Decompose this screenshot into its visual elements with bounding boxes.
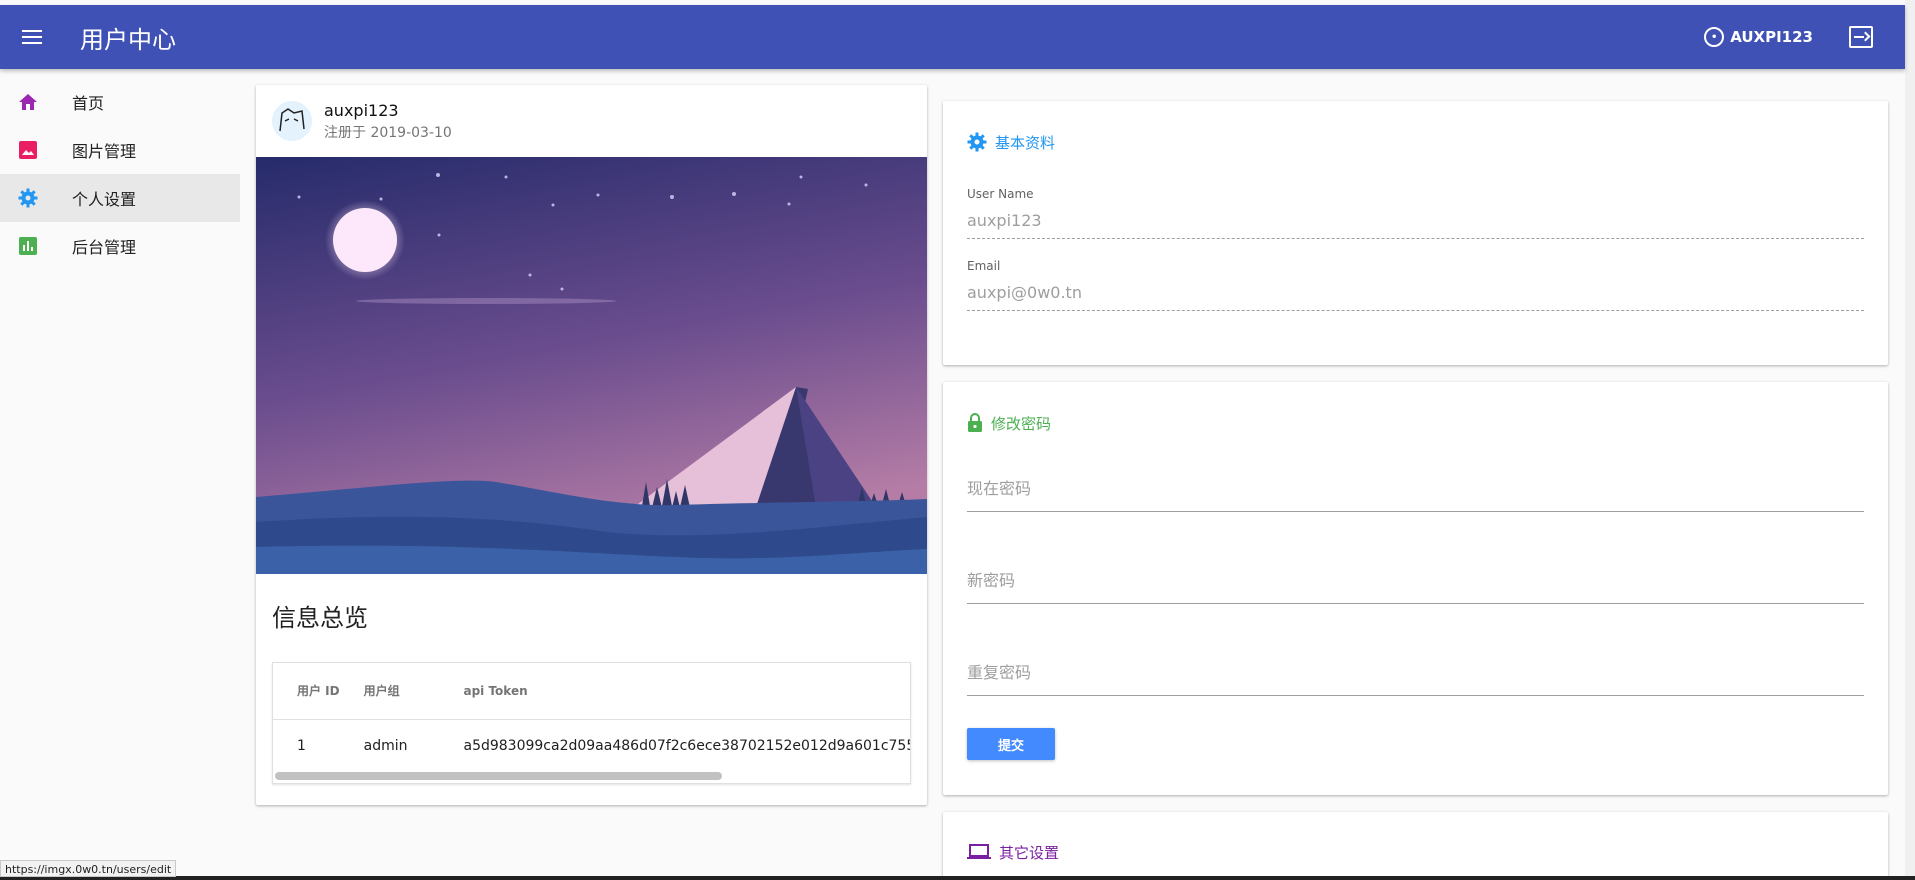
overview-title: 信息总览 (272, 604, 368, 632)
user-info-table[interactable]: 用户 ID 用户组 api Token 1 admin a5d983099ca2… (272, 662, 911, 784)
email-label: Email (967, 259, 1001, 273)
profile-banner-image (256, 157, 927, 574)
username-value: auxpi123 (967, 203, 1864, 239)
avatar (272, 101, 312, 141)
cell-user-group: admin (339, 718, 408, 772)
column-header-api-token: api Token (463, 683, 528, 698)
home-icon (18, 92, 38, 112)
other-settings-header: 其它设置 (943, 812, 1888, 870)
page-scrollbar[interactable] (1905, 0, 1915, 876)
lock-icon (968, 413, 982, 432)
change-password-card: 修改密码 现在密码 新密码 重复密码 提交 (943, 382, 1888, 795)
basic-info-header: 基本资料 (943, 101, 1888, 159)
sidebar: 首页 图片管理 个人设置 后台管理 (0, 78, 240, 270)
sidebar-item-label: 个人设置 (72, 190, 137, 209)
table-row: 1 admin a5d983099ca2d09aa486d07f2c6ece38… (273, 718, 910, 772)
sidebar-item-admin[interactable]: 后台管理 (0, 222, 240, 270)
logout-icon[interactable] (1849, 26, 1873, 48)
sidebar-item-images[interactable]: 图片管理 (0, 126, 240, 174)
basic-info-card: 基本资料 User Name auxpi123 Email auxpi@0w0.… (943, 101, 1888, 365)
other-settings-title: 其它设置 (999, 843, 1060, 862)
profile-registered-date: 注册于 2019-03-10 (324, 124, 452, 141)
cell-user-id: 1 (273, 718, 340, 772)
current-password-field[interactable]: 现在密码 (967, 456, 1864, 512)
gear-icon (18, 188, 38, 208)
table-horizontal-scrollbar[interactable] (275, 772, 722, 780)
repeat-password-field[interactable]: 重复密码 (967, 640, 1864, 696)
sidebar-item-settings[interactable]: 个人设置 (0, 174, 240, 222)
cell-api-token: a5d983099ca2d09aa486d07f2c6ece38702152e0… (407, 718, 910, 772)
username-field: User Name auxpi123 (943, 187, 1888, 239)
profile-username: auxpi123 (324, 100, 399, 120)
sidebar-item-label: 首页 (72, 94, 105, 113)
user-menu[interactable]: • AUXPI123 (1704, 27, 1813, 47)
sidebar-item-label: 图片管理 (72, 142, 137, 161)
column-header-user-group: 用户组 (363, 684, 400, 699)
app-bar: 用户中心 • AUXPI123 (0, 5, 1905, 69)
change-password-title: 修改密码 (991, 414, 1052, 433)
bar-chart-icon (18, 236, 38, 256)
profile-card: auxpi123 注册于 2019-03-10 信息总览 用户 ID 用户组 a… (256, 85, 927, 805)
sidebar-item-home[interactable]: 首页 (0, 78, 240, 126)
image-icon (18, 140, 38, 160)
submit-button[interactable]: 提交 (967, 728, 1055, 760)
status-url: https://imgx.0w0.tn/users/edit (0, 860, 177, 877)
laptop-icon (967, 844, 991, 859)
app-title: 用户中心 (80, 25, 176, 54)
profile-header: auxpi123 注册于 2019-03-10 (256, 85, 927, 157)
gear-icon (967, 132, 987, 152)
email-field: Email auxpi@0w0.tn (943, 259, 1888, 311)
menu-button[interactable] (0, 5, 64, 69)
sidebar-item-label: 后台管理 (72, 238, 137, 257)
table-header-row: 用户 ID 用户组 api Token (273, 663, 910, 719)
new-password-field[interactable]: 新密码 (967, 548, 1864, 604)
user-label: AUXPI123 (1730, 28, 1813, 46)
username-label: User Name (967, 187, 1034, 201)
other-settings-card: 其它设置 (943, 812, 1888, 880)
menu-icon (22, 30, 42, 44)
basic-info-title: 基本资料 (995, 133, 1056, 152)
email-value: auxpi@0w0.tn (967, 275, 1864, 311)
account-circle-icon: • (1704, 27, 1725, 47)
column-header-user-id: 用户 ID (297, 684, 340, 699)
bottom-strip (0, 876, 1915, 880)
change-password-header: 修改密码 (943, 382, 1888, 440)
